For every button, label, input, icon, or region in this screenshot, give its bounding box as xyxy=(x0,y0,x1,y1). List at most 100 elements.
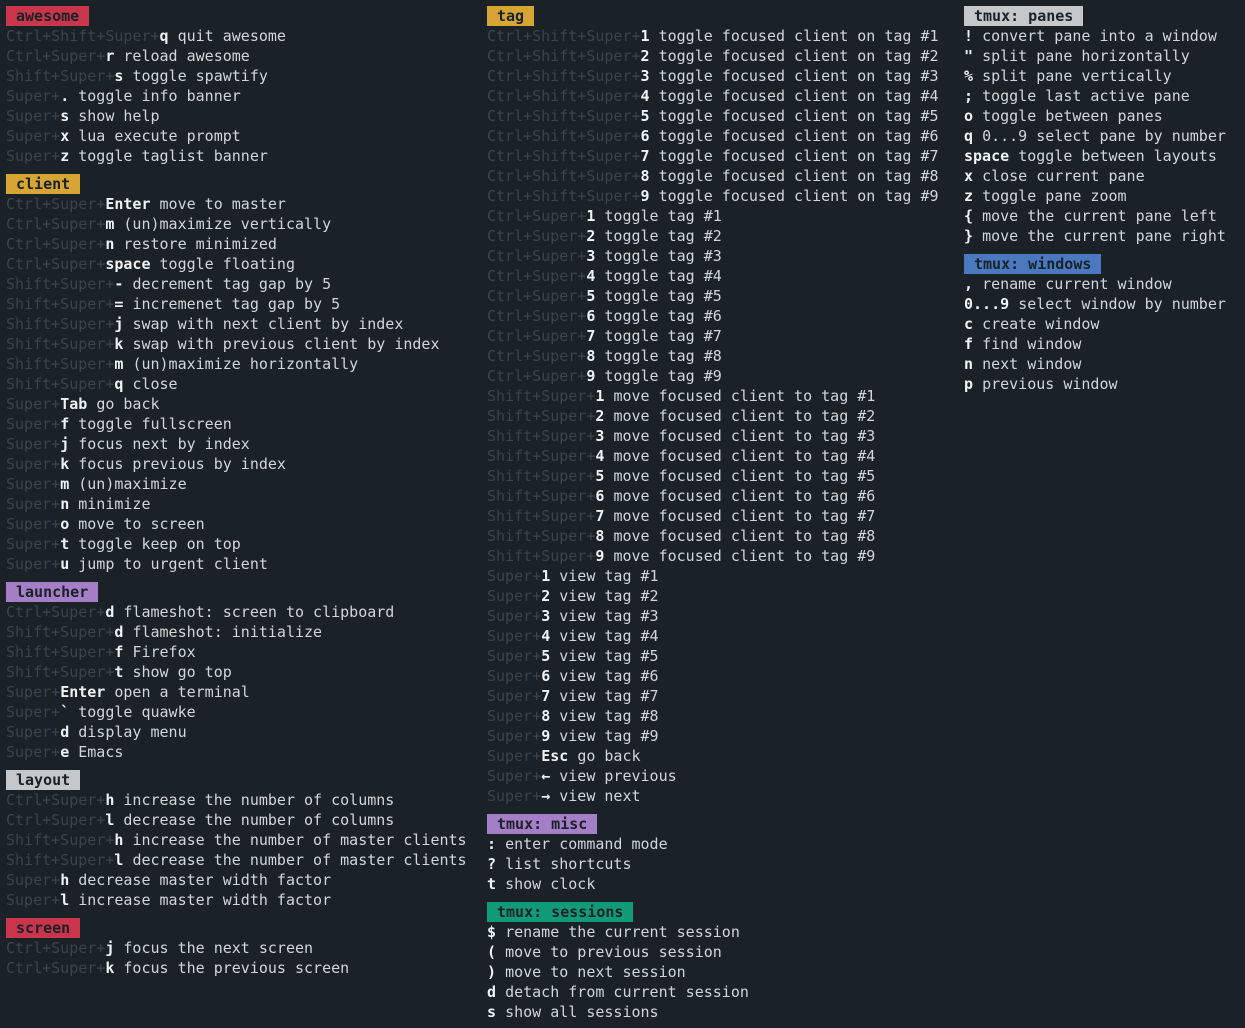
shortcut-description: move focused client to tag #3 xyxy=(613,427,876,445)
shortcut-key: 3 xyxy=(541,607,551,625)
modifier-keys: Ctrl+Super+ xyxy=(6,791,106,809)
shortcut-key: c xyxy=(964,315,974,333)
shortcut-row: Shift+Super+8 move focused client to tag… xyxy=(487,526,939,546)
shortcut-row: Super+h decrease master width factor xyxy=(6,870,467,890)
shortcut-description: 0...9 select pane by number xyxy=(982,127,1226,145)
shortcut-description: view tag #7 xyxy=(559,687,659,705)
group-launcher: launcher Ctrl+Super+d flameshot: screen t… xyxy=(6,582,467,762)
shortcut-key: 4 xyxy=(541,627,551,645)
shortcut-row: Super+7 view tag #7 xyxy=(487,686,939,706)
modifier-keys: Super+ xyxy=(6,415,61,433)
shortcut-description: increase the number of master clients xyxy=(132,831,467,849)
group-tag: tag Ctrl+Shift+Super+1 toggle focused cli… xyxy=(487,6,939,806)
shortcut-key: j xyxy=(105,939,115,957)
shortcut-description: move focused client to tag #2 xyxy=(613,407,876,425)
shortcut-description: list shortcuts xyxy=(505,855,632,873)
shortcut-description: toggle tag #5 xyxy=(604,287,722,305)
shortcut-row: Ctrl+Super+8 toggle tag #8 xyxy=(487,346,939,366)
shortcut-description: move to next session xyxy=(505,963,686,981)
modifier-keys: Ctrl+Super+ xyxy=(487,207,587,225)
shortcut-key: n xyxy=(964,355,974,373)
shortcut-key: d xyxy=(487,983,497,1001)
shortcut-key: ; xyxy=(964,87,974,105)
shortcut-description: move focused client to tag #1 xyxy=(613,387,876,405)
shortcut-row: Shift+Super+4 move focused client to tag… xyxy=(487,446,939,466)
shortcut-key: " xyxy=(964,47,974,65)
group-header: layout xyxy=(6,770,81,790)
shortcut-key: 4 xyxy=(586,267,596,285)
shortcut-description: previous window xyxy=(982,375,1118,393)
shortcut-row: x close current pane xyxy=(964,166,1226,186)
shortcut-row: Shift+Super+6 move focused client to tag… xyxy=(487,486,939,506)
modifier-keys: Ctrl+Super+ xyxy=(6,811,106,829)
shortcut-row: Shift+Super+h increase the number of mas… xyxy=(6,830,467,850)
shortcut-row: Shift+Super+- decrement tag gap by 5 xyxy=(6,274,467,294)
shortcut-description: show all sessions xyxy=(505,1003,659,1021)
shortcut-description: move focused client to tag #8 xyxy=(613,527,876,545)
modifier-keys: Shift+Super+ xyxy=(487,487,596,505)
shortcut-description: convert pane into a window xyxy=(982,27,1217,45)
modifier-keys: Super+ xyxy=(487,667,542,685)
shortcut-description: jump to urgent client xyxy=(78,555,268,573)
modifier-keys: Ctrl+Shift+Super+ xyxy=(6,27,160,45)
modifier-keys: Shift+Super+ xyxy=(6,643,115,661)
group-awesome: awesome Ctrl+Shift+Super+q quit awesome Ct… xyxy=(6,6,467,166)
shortcut-description: swap with previous client by index xyxy=(132,335,440,353)
shortcut-key: h xyxy=(105,791,115,809)
shortcut-row: 0...9 select window by number xyxy=(964,294,1226,314)
shortcut-description: focus the previous screen xyxy=(123,959,350,977)
shortcut-description: toggle tag #9 xyxy=(604,367,722,385)
shortcut-key: 9 xyxy=(541,727,551,745)
shortcut-row: Ctrl+Super+7 toggle tag #7 xyxy=(487,326,939,346)
shortcut-key: 7 xyxy=(640,147,650,165)
modifier-keys: Shift+Super+ xyxy=(487,467,596,485)
shortcut-description: next window xyxy=(982,355,1082,373)
shortcut-row: % split pane vertically xyxy=(964,66,1226,86)
modifier-keys: Ctrl+Super+ xyxy=(6,255,106,273)
shortcut-row: Super+Enter open a terminal xyxy=(6,682,467,702)
shortcut-description: toggle focused client on tag #2 xyxy=(658,47,939,65)
shortcut-key: 7 xyxy=(541,687,551,705)
shortcut-description: move to previous session xyxy=(505,943,722,961)
shortcut-description: move focused client to tag #5 xyxy=(613,467,876,485)
shortcut-row: Ctrl+Shift+Super+q quit awesome xyxy=(6,26,467,46)
shortcut-row: Ctrl+Super+1 toggle tag #1 xyxy=(487,206,939,226)
shortcut-row: Shift+Super+7 move focused client to tag… xyxy=(487,506,939,526)
shortcut-row: Shift+Super+2 move focused client to tag… xyxy=(487,406,939,426)
shortcut-description: split pane vertically xyxy=(982,67,1172,85)
shortcut-row: Super+. toggle info banner xyxy=(6,86,467,106)
modifier-keys: Super+ xyxy=(6,455,61,473)
modifier-keys: Ctrl+Shift+Super+ xyxy=(487,27,641,45)
shortcut-row: Shift+Super+= incremenet tag gap by 5 xyxy=(6,294,467,314)
modifier-keys: Ctrl+Super+ xyxy=(6,235,106,253)
modifier-keys: Ctrl+Super+ xyxy=(6,215,106,233)
shortcut-row: Shift+Super+k swap with previous client … xyxy=(6,334,467,354)
shortcut-key: 9 xyxy=(586,367,596,385)
shortcut-key: 7 xyxy=(586,327,596,345)
shortcut-row: Super+4 view tag #4 xyxy=(487,626,939,646)
shortcut-key: o xyxy=(964,107,974,125)
modifier-keys: Super+ xyxy=(6,435,61,453)
modifier-keys: Shift+Super+ xyxy=(487,427,596,445)
modifier-keys: Super+ xyxy=(6,515,61,533)
shortcut-key: k xyxy=(114,335,124,353)
shortcut-row: Ctrl+Super+n restore minimized xyxy=(6,234,467,254)
shortcut-row: Shift+Super+q close xyxy=(6,374,467,394)
shortcut-description: move focused client to tag #9 xyxy=(613,547,876,565)
shortcut-key: 7 xyxy=(595,507,605,525)
shortcut-description: detach from current session xyxy=(505,983,749,1001)
shortcut-key: space xyxy=(964,147,1010,165)
group-layout: layout Ctrl+Super+h increase the number o… xyxy=(6,770,467,910)
shortcut-key: 6 xyxy=(640,127,650,145)
modifier-keys: Ctrl+Super+ xyxy=(6,195,106,213)
shortcut-row: Super+8 view tag #8 xyxy=(487,706,939,726)
shortcut-key: $ xyxy=(487,923,497,941)
shortcut-description: select window by number xyxy=(1018,295,1226,313)
shortcut-row: Ctrl+Shift+Super+4 toggle focused client… xyxy=(487,86,939,106)
shortcut-description: decrease the number of columns xyxy=(123,811,395,829)
shortcut-description: close xyxy=(132,375,178,393)
shortcut-key: 9 xyxy=(595,547,605,565)
shortcut-key: 1 xyxy=(595,387,605,405)
modifier-keys: Super+ xyxy=(487,727,542,745)
shortcut-row: Super+u jump to urgent client xyxy=(6,554,467,574)
